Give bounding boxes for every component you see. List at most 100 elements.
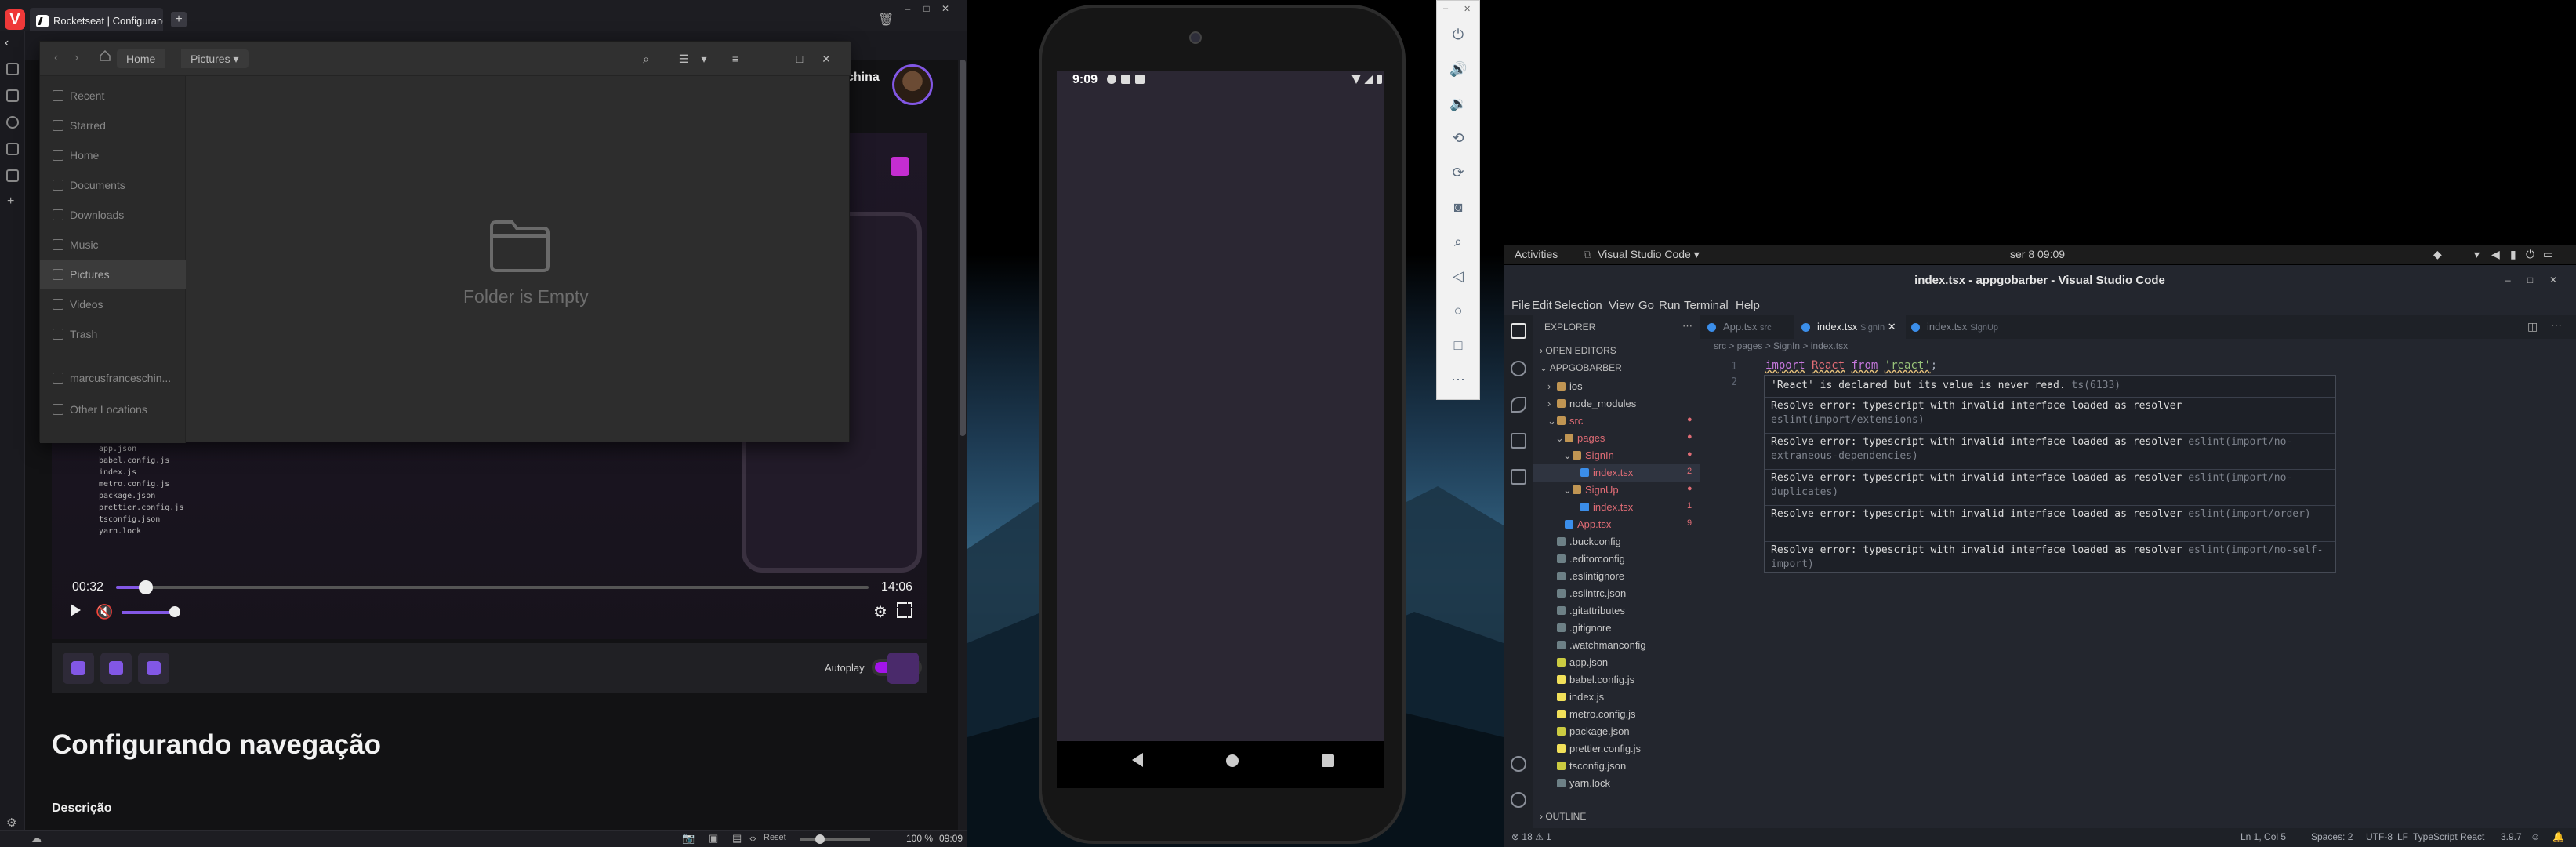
rotate-left-icon[interactable]: ⟲	[1449, 129, 1467, 147]
tree-folder[interactable]: ⌄ SignUp ●	[1533, 482, 1700, 499]
back-icon[interactable]: ◁	[1449, 267, 1467, 285]
close-tab-icon[interactable]: ✕	[1885, 321, 1896, 333]
closed-tabs-trash-icon[interactable]: 🗑	[878, 12, 894, 27]
system-clock[interactable]: ser 8 09:09	[2010, 248, 2065, 260]
menu-run[interactable]: Run	[1659, 299, 1681, 312]
tree-folder[interactable]: › ios	[1533, 378, 1700, 395]
tree-file[interactable]: app.json	[1533, 654, 1700, 671]
sidebar-item-documents[interactable]: Documents	[40, 170, 186, 200]
rotate-right-icon[interactable]: ⟳	[1449, 164, 1467, 181]
tree-folder[interactable]: › node_modules	[1533, 395, 1700, 413]
open-editors-section[interactable]: › OPEN EDITORS	[1540, 345, 1616, 356]
play-icon[interactable]	[71, 604, 81, 616]
breadcrumb-home[interactable]: Home	[117, 49, 165, 68]
new-tab-button[interactable]: +	[171, 12, 187, 27]
tray-battery-icon[interactable]: ▭	[2543, 248, 2553, 261]
tray-mic-icon[interactable]: ▮	[2510, 248, 2516, 261]
tree-file[interactable]: index.tsx 2	[1533, 464, 1700, 482]
app-menu[interactable]: Visual Studio Code ▾	[1598, 248, 1700, 261]
back-arrow-icon[interactable]: ‹	[54, 51, 58, 65]
emulator-minimize-icon[interactable]: –	[1443, 4, 1448, 13]
home-icon[interactable]: ○	[1449, 302, 1467, 319]
forward-arrow-icon[interactable]: ›	[74, 51, 78, 65]
history-icon[interactable]	[6, 116, 19, 129]
diagnostics-hover-popup[interactable]: 'React' is declared but its value is nev…	[1764, 375, 2336, 573]
tree-file[interactable]: App.tsx 9	[1533, 516, 1700, 533]
menu-file[interactable]: File	[1511, 299, 1530, 312]
menu-go[interactable]: Go	[1638, 299, 1654, 312]
tree-file[interactable]: index.js	[1533, 689, 1700, 706]
nav-back-icon[interactable]	[1132, 753, 1143, 767]
power-icon[interactable]: ⏻	[1449, 26, 1467, 43]
breadcrumb[interactable]: src > pages > SignIn > index.tsx	[1714, 340, 1848, 351]
source-control-icon[interactable]	[1511, 397, 1526, 413]
mark-complete-button[interactable]	[100, 653, 132, 684]
user-avatar[interactable]	[892, 64, 933, 105]
tiling-icon[interactable]: ▣	[709, 832, 718, 845]
video-settings-icon[interactable]: ⚙	[873, 602, 887, 622]
settings-gear-icon[interactable]: ⚙	[6, 816, 16, 830]
vivaldi-logo[interactable]: V	[5, 9, 25, 30]
accounts-icon[interactable]	[1511, 756, 1526, 772]
editor-more-icon[interactable]: ⋯	[2551, 318, 2562, 332]
project-section[interactable]: ⌄ APPGOBARBER	[1540, 362, 1622, 373]
volume-slider[interactable]	[122, 611, 173, 614]
ts-version[interactable]: 3.9.7	[2501, 831, 2522, 842]
fullscreen-icon[interactable]	[897, 602, 912, 618]
manage-gear-icon[interactable]	[1511, 792, 1526, 808]
zoom-knob[interactable]	[815, 834, 825, 844]
nav-home-icon[interactable]	[1226, 754, 1239, 767]
notes-icon[interactable]	[6, 143, 19, 155]
add-panel-icon[interactable]: +	[7, 194, 14, 209]
editor-tab[interactable]: index.tsx SignUp	[1903, 315, 2008, 339]
outline-section[interactable]: › OUTLINE	[1540, 811, 1586, 822]
menu-view[interactable]: View	[1609, 299, 1634, 312]
menu-icon[interactable]: ≡	[725, 49, 746, 68]
zoom-icon[interactable]: ⌕	[1449, 233, 1467, 250]
tree-folder[interactable]: ⌄ SignIn ●	[1533, 447, 1700, 464]
close-icon[interactable]: ✕	[2549, 274, 2557, 285]
encoding[interactable]: UTF-8	[2366, 831, 2393, 842]
sidebar-item-marcusfranceschin-[interactable]: marcusfranceschin...	[40, 363, 186, 393]
explorer-more-icon[interactable]: ⋯	[1682, 320, 1693, 333]
tree-file[interactable]: .editorconfig	[1533, 551, 1700, 568]
volume-down-icon[interactable]: 🔉	[1449, 95, 1467, 112]
window-panel-icon[interactable]	[6, 169, 19, 182]
extensions-icon[interactable]	[1511, 469, 1526, 485]
volume-knob[interactable]	[169, 606, 180, 617]
emulator-close-icon[interactable]: ✕	[1464, 4, 1471, 14]
cursor-position[interactable]: Ln 1, Col 5	[2240, 831, 2286, 842]
editor-tab[interactable]: App.tsx src	[1700, 315, 1781, 339]
phone-screen[interactable]	[1057, 71, 1384, 741]
minimize-icon[interactable]: –	[2505, 274, 2511, 285]
search-icon[interactable]	[1511, 361, 1526, 376]
overview-icon[interactable]: □	[1449, 336, 1467, 354]
tree-file[interactable]: prettier.config.js	[1533, 740, 1700, 758]
tray-wifi-icon[interactable]: ▾	[2474, 248, 2480, 261]
tree-file[interactable]: .eslintignore	[1533, 568, 1700, 585]
scroll-thumb[interactable]	[960, 60, 966, 436]
menu-edit[interactable]: Edit	[1532, 299, 1552, 312]
previous-lesson-button[interactable]	[63, 653, 94, 684]
problems-count[interactable]: ⊗ 18 ⚠ 1	[1511, 831, 1551, 842]
sidebar-item-home[interactable]: Home	[40, 140, 186, 170]
search-icon[interactable]: ⌕	[636, 49, 656, 68]
tree-file[interactable]: yarn.lock	[1533, 775, 1700, 792]
menu-help[interactable]: Help	[1736, 299, 1760, 312]
feedback-icon[interactable]: ☺	[2531, 831, 2540, 842]
tree-folder[interactable]: ⌄ src ●	[1533, 413, 1700, 430]
nav-recents-icon[interactable]	[1322, 754, 1334, 767]
tree-file[interactable]: package.json	[1533, 723, 1700, 740]
back-icon[interactable]: ‹	[5, 36, 9, 50]
tree-folder[interactable]: ⌄ pages ●	[1533, 430, 1700, 447]
more-icon[interactable]: ⋯	[1449, 371, 1467, 388]
bookmarks-icon[interactable]	[6, 63, 19, 75]
tree-file[interactable]: metro.config.js	[1533, 706, 1700, 723]
sidebar-item-starred[interactable]: Starred	[40, 111, 186, 140]
notifications-bell-icon[interactable]: 🔔	[2552, 831, 2564, 842]
tree-file[interactable]: babel.config.js	[1533, 671, 1700, 689]
next-lesson-button[interactable]	[887, 653, 919, 684]
menu-selection[interactable]: Selection	[1554, 299, 1602, 312]
sidebar-item-downloads[interactable]: Downloads	[40, 200, 186, 230]
screenshot-camera-icon[interactable]: ◙	[1449, 198, 1467, 216]
